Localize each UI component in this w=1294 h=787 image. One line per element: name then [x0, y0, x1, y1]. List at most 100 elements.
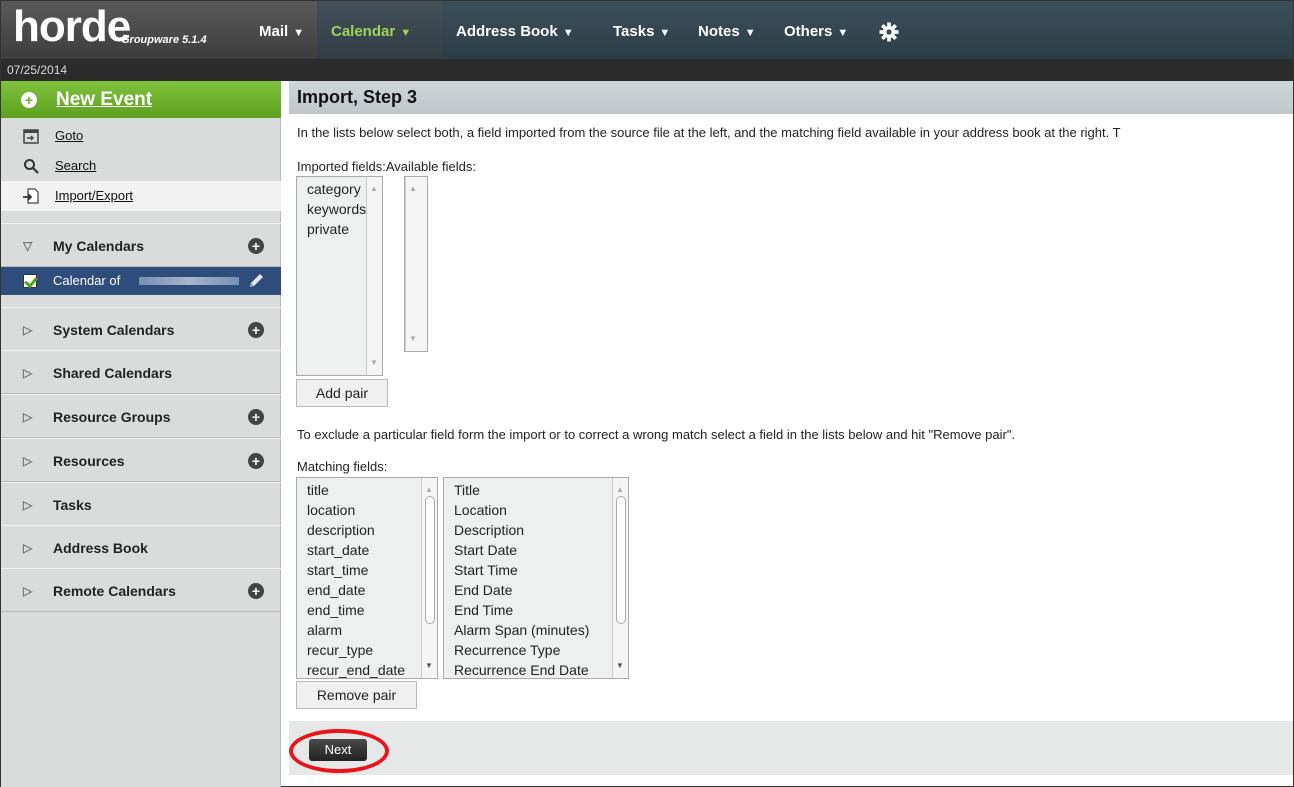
- add-remote-calendar-icon[interactable]: +: [248, 583, 264, 599]
- logo-version: Groupware 5.1.4: [121, 34, 207, 46]
- caret-down-icon: ▼: [562, 27, 574, 39]
- menu-mail-label: Mail: [259, 23, 289, 40]
- menu-notes-label: Notes: [698, 23, 740, 40]
- menu-mail[interactable]: Mail ▼: [259, 1, 304, 59]
- goto-label: Goto: [55, 128, 84, 143]
- form-actions-bar: Next: [289, 721, 1293, 775]
- search-icon: [24, 159, 39, 174]
- triangle-right-icon: ▷: [23, 584, 33, 598]
- list-item[interactable]: end_time: [307, 600, 437, 620]
- section-remote-calendars[interactable]: ▷ Remote Calendars +: [1, 568, 281, 612]
- address-book-label: Address Book: [53, 540, 148, 556]
- list-item[interactable]: Location: [454, 500, 628, 520]
- fields-labels: Imported fields:Available fields:: [297, 159, 476, 174]
- triangle-right-icon: ▷: [23, 410, 33, 424]
- list-item[interactable]: alarm: [307, 620, 437, 640]
- list-item[interactable]: title: [307, 480, 437, 500]
- date-bar: 07/25/2014: [1, 59, 1293, 81]
- import-export-label: Import/Export: [55, 188, 134, 203]
- imported-fields-list[interactable]: category keywords private ▲ ▼: [296, 176, 383, 376]
- calendar-goto-icon: [23, 129, 39, 144]
- exclude-instructions: To exclude a particular field form the i…: [297, 427, 1016, 442]
- list-item[interactable]: Description: [454, 520, 628, 540]
- caret-down-icon: ▼: [659, 27, 671, 39]
- list-item[interactable]: Start Time: [454, 560, 628, 580]
- page-title: Import, Step 3: [289, 81, 1293, 114]
- caret-down-icon: ▼: [744, 27, 756, 39]
- import-export-icon: [23, 188, 39, 204]
- menu-address-book-label: Address Book: [456, 23, 558, 40]
- calendar-item-label: Calendar of: [53, 273, 121, 288]
- scrollbar[interactable]: ▲ ▼: [421, 478, 437, 678]
- triangle-right-icon: ▷: [23, 366, 33, 380]
- calendar-item[interactable]: Calendar of: [1, 267, 281, 295]
- new-event-button[interactable]: + New Event: [1, 81, 281, 118]
- matching-fields-left-list[interactable]: title location description start_date st…: [296, 477, 438, 679]
- list-item[interactable]: description: [307, 520, 437, 540]
- list-item[interactable]: End Date: [454, 580, 628, 600]
- list-item[interactable]: recur_type: [307, 640, 437, 660]
- next-button[interactable]: Next: [309, 739, 367, 761]
- list-item[interactable]: recur_end_date: [307, 660, 437, 680]
- add-system-calendar-icon[interactable]: +: [248, 322, 264, 338]
- sidebar: + New Event Goto Search Import/Export ▽ …: [1, 81, 281, 787]
- scrollbar-thumb[interactable]: [616, 496, 626, 624]
- add-resource-group-icon[interactable]: +: [248, 409, 264, 425]
- horde-logo[interactable]: horde: [13, 5, 131, 49]
- gear-icon[interactable]: [879, 22, 899, 42]
- list-item[interactable]: Recurrence End Date: [454, 660, 628, 680]
- list-item[interactable]: end_date: [307, 580, 437, 600]
- new-event-label: New Event: [56, 89, 153, 110]
- sidebar-goto[interactable]: Goto: [1, 121, 281, 151]
- available-fields-label: Available fields:: [385, 159, 476, 174]
- scrollbar[interactable]: ▲ ▼: [405, 177, 427, 351]
- list-item[interactable]: Alarm Span (minutes): [454, 620, 628, 640]
- menu-tasks[interactable]: Tasks ▼: [613, 1, 670, 59]
- section-resources[interactable]: ▷ Resources +: [1, 438, 281, 482]
- imported-fields-label: Imported fields:: [297, 159, 386, 174]
- menu-address-book[interactable]: Address Book ▼: [456, 1, 574, 59]
- add-resource-icon[interactable]: +: [248, 453, 264, 469]
- plus-icon: +: [21, 92, 37, 108]
- system-calendars-label: System Calendars: [53, 322, 175, 338]
- triangle-right-icon: ▷: [23, 454, 33, 468]
- list-item[interactable]: start_date: [307, 540, 437, 560]
- resource-groups-label: Resource Groups: [53, 409, 171, 425]
- menu-calendar[interactable]: Calendar ▼: [331, 1, 411, 59]
- list-item[interactable]: Start Date: [454, 540, 628, 560]
- list-item[interactable]: start_time: [307, 560, 437, 580]
- list-item[interactable]: End Time: [454, 600, 628, 620]
- pencil-icon[interactable]: [247, 272, 265, 290]
- add-pair-button[interactable]: Add pair: [296, 379, 388, 407]
- section-my-calendars[interactable]: ▽ My Calendars +: [1, 223, 281, 267]
- add-calendar-icon[interactable]: +: [248, 238, 264, 254]
- resources-label: Resources: [53, 453, 125, 469]
- matching-fields-right-list[interactable]: Title Location Description Start Date St…: [443, 477, 629, 679]
- section-resource-groups[interactable]: ▷ Resource Groups +: [1, 394, 281, 438]
- sidebar-search[interactable]: Search: [1, 151, 281, 181]
- list-item[interactable]: location: [307, 500, 437, 520]
- scrollbar[interactable]: ▲ ▼: [366, 177, 382, 375]
- section-shared-calendars[interactable]: ▷ Shared Calendars: [1, 350, 281, 394]
- menu-others[interactable]: Others ▼: [784, 1, 848, 59]
- menu-notes[interactable]: Notes ▼: [698, 1, 756, 59]
- list-item[interactable]: Title: [454, 480, 628, 500]
- list-item[interactable]: Recurrence Type: [454, 640, 628, 660]
- section-address-book[interactable]: ▷ Address Book: [1, 525, 281, 569]
- shared-calendars-label: Shared Calendars: [53, 365, 173, 381]
- triangle-right-icon: ▷: [23, 498, 33, 512]
- remove-pair-button[interactable]: Remove pair: [296, 681, 417, 709]
- checkbox-checked-icon[interactable]: [23, 274, 37, 288]
- instructions-text: In the lists below select both, a field …: [297, 125, 1121, 140]
- menu-tasks-label: Tasks: [613, 23, 655, 40]
- matching-fields-label: Matching fields:: [297, 459, 388, 474]
- scrollbar[interactable]: ▲ ▼: [612, 478, 628, 678]
- section-system-calendars[interactable]: ▷ System Calendars +: [1, 307, 281, 351]
- triangle-down-icon: ▽: [23, 239, 33, 253]
- sidebar-import-export[interactable]: Import/Export: [1, 181, 281, 211]
- available-fields-list[interactable]: ▲ ▼: [404, 176, 428, 352]
- triangle-right-icon: ▷: [23, 323, 33, 337]
- section-tasks[interactable]: ▷ Tasks: [1, 482, 281, 526]
- scrollbar-thumb[interactable]: [425, 496, 435, 624]
- redacted-name: [139, 277, 239, 285]
